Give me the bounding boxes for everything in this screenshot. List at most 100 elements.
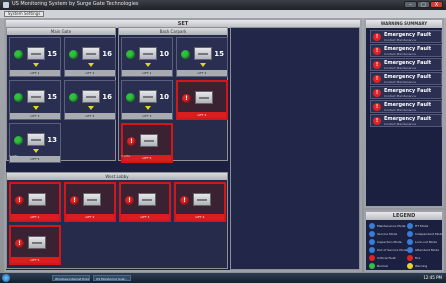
alarm-indicator-icon: ! <box>182 94 191 103</box>
warning-item[interactable]: ! Emergency Fault Contact Maintenance <box>370 44 442 57</box>
maximize-button[interactable]: □ <box>417 1 430 8</box>
alarm-indicator-icon: ! <box>127 137 136 146</box>
legend-item: Maintenance Mode <box>369 222 407 230</box>
lift-device-icon <box>193 193 211 206</box>
close-button[interactable]: X <box>430 1 443 8</box>
lift-tile[interactable]: ! LIFT 5 <box>9 225 61 265</box>
legend-item: Independent Mode <box>407 230 445 238</box>
warning-summary-panel: WARNING SUMMARY ! Emergency Fault Contact … <box>364 18 444 208</box>
warning-icon: ! <box>373 75 381 83</box>
minimize-button[interactable]: – <box>404 1 417 8</box>
warning-item[interactable]: ! Emergency Fault Contact Maintenance <box>370 100 442 113</box>
legend-label: Critical Fault <box>377 256 396 260</box>
lift-tile[interactable]: 15 LIFT 3 <box>9 80 61 120</box>
ok-indicator-icon <box>69 93 78 102</box>
legend-label: Fire <box>415 256 421 260</box>
legend-swatch-icon <box>369 247 375 253</box>
lift-label: LIFT 5 <box>11 257 59 263</box>
legend-swatch-icon <box>407 263 413 269</box>
warning-icon: ! <box>373 33 381 41</box>
legend-label: Normal <box>377 264 388 268</box>
legend-label: Inspection Mode <box>377 240 402 244</box>
legend-panel: LEGEND Maintenance Mode HT Mode Service Mo… <box>364 210 444 272</box>
legend-label: Independent Mode <box>415 232 444 236</box>
warning-subtitle: Contact Maintenance <box>384 122 416 126</box>
warning-item[interactable]: ! Emergency Fault Contact Maintenance <box>370 114 442 127</box>
lift-device-icon <box>194 47 212 60</box>
lift-device-icon <box>27 90 45 103</box>
start-button[interactable] <box>2 274 10 282</box>
lift-label: LIFT 4 <box>65 113 115 119</box>
direction-arrow-icon <box>33 63 39 67</box>
group-footer: 5 Lifts <box>9 154 19 158</box>
lift-tile[interactable]: ! LIFT 4 <box>174 182 226 222</box>
lift-device-icon <box>82 90 100 103</box>
legend-item: Service Mode <box>369 230 407 238</box>
group-title: West Lobby <box>7 173 227 180</box>
legend-swatch-icon <box>407 255 413 261</box>
legend-label: Maintenance Mode <box>377 224 406 228</box>
warning-item[interactable]: ! Emergency Fault Contact Maintenance <box>370 58 442 71</box>
lift-tile[interactable]: ! LIFT 4 <box>176 80 228 120</box>
warning-subtitle: Contact Maintenance <box>384 38 416 42</box>
lift-device-icon <box>138 193 156 206</box>
legend-swatch-icon <box>407 247 413 253</box>
warning-item[interactable]: ! Emergency Fault Contact Maintenance <box>370 72 442 85</box>
lift-tile[interactable]: 16 LIFT 2 <box>64 37 116 77</box>
lift-device-icon <box>139 90 157 103</box>
lift-tile[interactable]: 10 LIFT 1 <box>121 37 173 77</box>
lift-tile[interactable]: 10 LIFT 3 <box>121 80 173 120</box>
lift-label: LIFT 4 <box>176 214 224 220</box>
lift-tile[interactable]: 15 LIFT 2 <box>176 37 228 77</box>
legend-swatch-icon <box>369 223 375 229</box>
lift-count: 10 <box>159 93 169 101</box>
lift-count: 15 <box>47 93 57 101</box>
lift-device-icon <box>28 193 46 206</box>
legend-swatch-icon <box>407 231 413 237</box>
lift-tile[interactable]: 16 LIFT 4 <box>64 80 116 120</box>
warning-subtitle: Contact Maintenance <box>384 94 416 98</box>
lift-label: LIFT 3 <box>121 214 169 220</box>
lift-tile[interactable]: ! LIFT 2 <box>64 182 116 222</box>
lift-label: LIFT 2 <box>177 70 227 76</box>
lift-label: LIFT 1 <box>10 70 60 76</box>
warning-item[interactable]: ! Emergency Fault Contact Maintenance <box>370 30 442 43</box>
legend-item: HT Mode <box>407 222 445 230</box>
direction-arrow-icon <box>33 106 39 110</box>
taskbar: Windows Internet Explorer US Monitoring … <box>0 273 446 283</box>
warning-summary-title: WARNING SUMMARY <box>366 20 442 28</box>
taskbar-item[interactable]: US Monitoring Syst... <box>93 275 131 281</box>
alarm-indicator-icon: ! <box>125 196 134 205</box>
lift-count: 16 <box>102 50 112 58</box>
lift-tile[interactable]: ! LIFT 3 <box>119 182 171 222</box>
lift-device-icon <box>27 47 45 60</box>
lift-tile[interactable]: 15 LIFT 1 <box>9 37 61 77</box>
warning-icon: ! <box>373 117 381 125</box>
taskbar-item[interactable]: Windows Internet Explorer <box>52 275 90 281</box>
legend-label: Warning <box>415 264 428 268</box>
ok-indicator-icon <box>14 93 23 102</box>
warning-item[interactable]: ! Emergency Fault Contact Maintenance <box>370 86 442 99</box>
lift-label: LIFT 2 <box>65 70 115 76</box>
legend-label: Out of Service Mode <box>377 248 408 252</box>
legend-swatch-icon <box>369 239 375 245</box>
legend-item: Warning <box>407 262 445 270</box>
alarm-indicator-icon: ! <box>180 196 189 205</box>
group-footer: 5 Lifts <box>121 154 131 158</box>
lift-tile[interactable]: ! LIFT 1 <box>9 182 61 222</box>
alarm-indicator-icon: ! <box>15 196 24 205</box>
system-settings-button[interactable]: System Settings <box>4 11 44 17</box>
legend-item: Critical Fault <box>369 254 407 262</box>
ok-indicator-icon <box>126 50 135 59</box>
warning-subtitle: Contact Maintenance <box>384 52 416 56</box>
app-icon <box>3 2 9 8</box>
clock: 12:45 PM <box>423 275 442 280</box>
group-title: Back Carpark <box>119 28 227 35</box>
warning-subtitle: Contact Maintenance <box>384 80 416 84</box>
legend-label: Lock-out Mode <box>415 240 438 244</box>
group-main-gate: Main Gate 15 LIFT 1 16 LIFT 2 15 LIFT 3 16 LIFT… <box>6 27 116 163</box>
ok-indicator-icon <box>14 50 23 59</box>
legend-label: Attendant Mode <box>415 248 440 252</box>
alarm-indicator-icon: ! <box>70 196 79 205</box>
legend-item: Lock-out Mode <box>407 238 445 246</box>
